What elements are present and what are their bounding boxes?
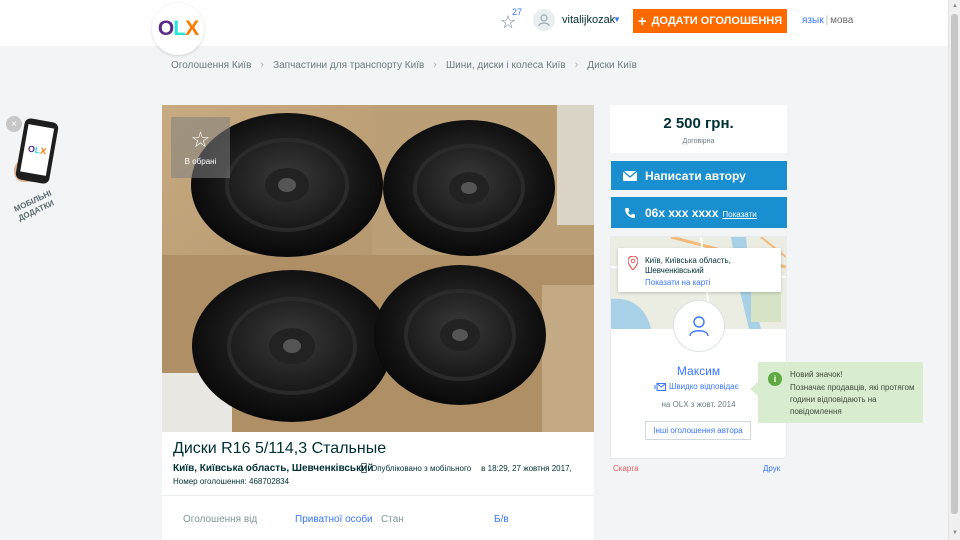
chevron-right-icon: › <box>433 59 437 71</box>
promo-text: МОБІЛЬНІ ДОДАТКИ <box>12 188 56 223</box>
logo-letter-l: L <box>173 17 186 40</box>
lang-separator: | <box>825 15 829 26</box>
promo-close-button[interactable]: × <box>6 116 22 132</box>
add-ad-label: ДОДАТИ ОГОЛОШЕННЯ <box>651 15 783 27</box>
listing-location[interactable]: Київ, Київська область, Шевченківський <box>173 463 373 474</box>
phone-number-text: 06x xxx xxxx <box>645 205 719 220</box>
scroll-down-arrow-icon[interactable]: ▼ <box>952 530 958 536</box>
new-badge-tooltip: i Новий значок! Позначає продавців, які … <box>750 362 923 423</box>
mobile-phone-icon <box>361 463 367 473</box>
top-header: OLX ☆ 27 vitalijkozak ▼ + ДОДАТИ ОГОЛОШЕ… <box>0 0 948 55</box>
scroll-up-arrow-icon[interactable]: ▲ <box>952 3 958 9</box>
language-switcher: язык | мова <box>802 15 853 26</box>
map-address-popup: Київ, Київська область, Шевченківський П… <box>618 248 781 292</box>
quick-reply-badge: Швидко відповідає <box>654 382 739 391</box>
published-info: Опубліковано з мобільного в 18:29, 27 жо… <box>361 463 572 473</box>
tooltip-title: Новий значок! <box>790 370 843 379</box>
breadcrumb-item[interactable]: Шини, диски і колеса Київ <box>446 60 566 71</box>
price-value: 2 500 грн. <box>663 115 734 132</box>
param-label: Оголошення від <box>183 514 258 525</box>
price-negotiable: Договірна <box>682 138 715 145</box>
ad-number: Номер оголошення: 468702834 <box>173 477 290 486</box>
map-pin-icon <box>628 256 638 270</box>
add-ad-button[interactable]: + ДОДАТИ ОГОЛОШЕННЯ <box>633 9 787 33</box>
lang-current-uk: мова <box>830 15 854 26</box>
param-value-link[interactable]: Б/в <box>494 514 509 525</box>
mobile-apps-promo[interactable]: OLX × МОБІЛЬНІ ДОДАТКИ <box>6 116 72 236</box>
lang-link-ru[interactable]: язык <box>802 15 824 26</box>
phone-button[interactable]: 06x xxx xxxx Показати <box>611 197 787 228</box>
favorites-count: 27 <box>512 7 523 17</box>
write-author-label: Написати автору <box>645 168 746 183</box>
listing-title: Диски R16 5/114,3 Стальные <box>173 440 387 457</box>
phone-number-masked: 06x xxx xxxx Показати <box>645 206 757 220</box>
breadcrumb-item[interactable]: Диски Київ <box>587 60 637 71</box>
param-label: Стан <box>381 514 404 525</box>
chevron-right-icon: › <box>260 59 265 71</box>
published-label: Опубліковано з мобільного <box>371 463 472 473</box>
phone-illustration-icon: OLX <box>14 117 60 185</box>
seller-avatar-icon[interactable] <box>673 300 725 352</box>
listing-details: Диски R16 5/114,3 Стальные Київ, Київськ… <box>162 432 594 540</box>
star-icon: ☆ <box>190 127 211 152</box>
user-name-link[interactable]: vitalijkozak <box>562 14 615 26</box>
plus-icon: + <box>637 12 647 30</box>
info-icon: i <box>768 372 782 386</box>
other-ads-button[interactable]: Інші оголошення автора <box>645 421 751 440</box>
complain-link[interactable]: Скарга <box>613 464 639 473</box>
show-phone-link[interactable]: Показати <box>722 210 756 219</box>
page-scrollbar[interactable]: ▲ ▼ <box>948 0 960 540</box>
wheel-bottom-left <box>192 270 392 422</box>
breadcrumb: Оголошення Київ › Запчастини для транспо… <box>171 59 637 71</box>
print-link[interactable]: Друк <box>763 464 780 473</box>
param-value-link[interactable]: Приватної особи <box>295 514 373 525</box>
price-box: 2 500 грн. Договірна <box>610 105 787 153</box>
published-time: в 18:29, 27 жовтня 2017, <box>481 463 572 473</box>
logo-letter-x: X <box>185 17 199 40</box>
wheel-bottom-right <box>374 265 546 405</box>
tooltip-body: Позначає продавців, які протягом години … <box>790 383 915 416</box>
phone-icon <box>623 206 637 220</box>
user-avatar-icon[interactable] <box>533 9 555 31</box>
add-to-favorites-button[interactable]: ☆ В обрані <box>171 117 230 178</box>
listing-photo[interactable]: ☆ В обрані <box>162 105 594 432</box>
breadcrumb-item[interactable]: Оголошення Київ <box>171 60 251 71</box>
user-menu-caret-icon[interactable]: ▼ <box>613 15 621 24</box>
olx-logo[interactable]: OLX <box>152 3 204 55</box>
quick-reply-label: Швидко відповідає <box>669 382 739 391</box>
fast-envelope-icon <box>654 382 666 391</box>
phone-screen-logo: OLX <box>20 124 55 176</box>
logo-letter-o: O <box>157 17 174 40</box>
breadcrumb-item[interactable]: Запчастини для транспорту Київ <box>273 60 424 71</box>
wheel-top-right <box>383 120 555 256</box>
favorites-label: В обрані <box>184 157 217 166</box>
envelope-icon <box>623 169 637 183</box>
divider <box>162 495 594 496</box>
seller-card: Київ, Київська область, Шевченківський П… <box>610 236 787 459</box>
write-author-button[interactable]: Написати автору <box>611 161 787 190</box>
show-on-map-link[interactable]: Показати на карті <box>645 278 710 287</box>
map-address: Київ, Київська область, Шевченківський <box>645 256 731 275</box>
chevron-right-icon: › <box>574 59 579 71</box>
scroll-thumb[interactable] <box>951 14 958 514</box>
